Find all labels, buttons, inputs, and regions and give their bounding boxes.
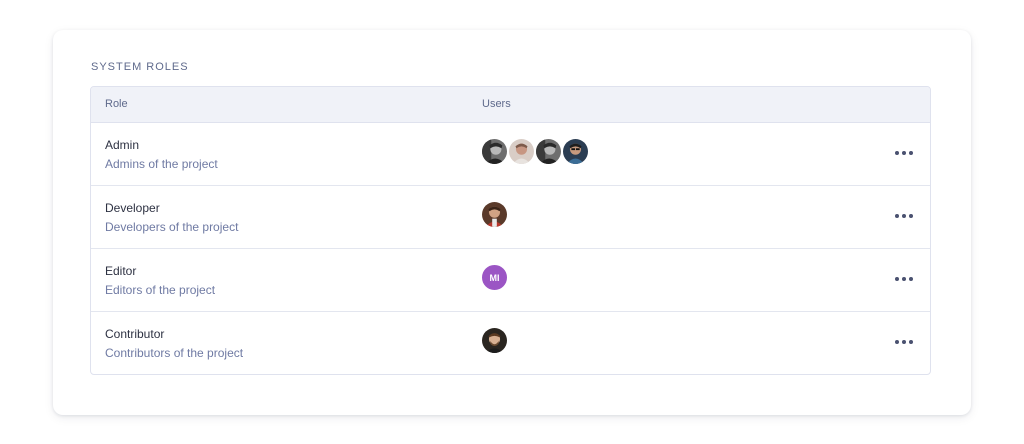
roles-table: Role Users Admin Admins of the project D… xyxy=(90,86,931,375)
more-options-icon[interactable] xyxy=(895,147,913,159)
user-avatars xyxy=(481,201,508,228)
avatar[interactable] xyxy=(562,138,589,165)
avatar[interactable] xyxy=(508,138,535,165)
user-avatars: MI xyxy=(481,264,508,291)
table-row: Editor Editors of the project MI xyxy=(91,249,930,312)
column-header-users: Users xyxy=(482,98,511,110)
user-photo-icon xyxy=(563,139,588,164)
role-name: Developer xyxy=(105,201,160,215)
role-description: Editors of the project xyxy=(105,283,216,297)
role-name: Admin xyxy=(105,138,140,152)
table-row: Developer Developers of the project xyxy=(91,186,930,249)
column-header-role: Role xyxy=(105,98,128,110)
system-roles-card: SYSTEM ROLES Role Users Admin Admins of … xyxy=(53,30,971,415)
user-photo-icon xyxy=(482,202,507,227)
avatar-initials-text: MI xyxy=(489,272,500,283)
role-description: Developers of the project xyxy=(105,220,239,234)
role-name: Contributor xyxy=(105,327,165,341)
more-options-icon[interactable] xyxy=(895,273,913,285)
table-row: Contributor Contributors of the project xyxy=(91,312,930,374)
role-description: Contributors of the project xyxy=(105,346,244,360)
more-options-icon[interactable] xyxy=(895,336,913,348)
user-photo-icon xyxy=(482,139,507,164)
avatar-initials[interactable]: MI xyxy=(481,264,508,291)
avatar[interactable] xyxy=(481,327,508,354)
avatar[interactable] xyxy=(481,201,508,228)
user-photo-icon xyxy=(536,139,561,164)
user-photo-icon xyxy=(509,139,534,164)
user-avatars xyxy=(481,327,508,354)
avatar[interactable] xyxy=(535,138,562,165)
avatar[interactable] xyxy=(481,138,508,165)
user-avatars xyxy=(481,138,589,165)
section-title: SYSTEM ROLES xyxy=(91,61,189,73)
more-options-icon[interactable] xyxy=(895,210,913,222)
table-row: Admin Admins of the project xyxy=(91,123,930,186)
user-photo-icon xyxy=(482,328,507,353)
table-header: Role Users xyxy=(91,87,930,123)
role-name: Editor xyxy=(105,264,137,278)
role-description: Admins of the project xyxy=(105,157,218,171)
